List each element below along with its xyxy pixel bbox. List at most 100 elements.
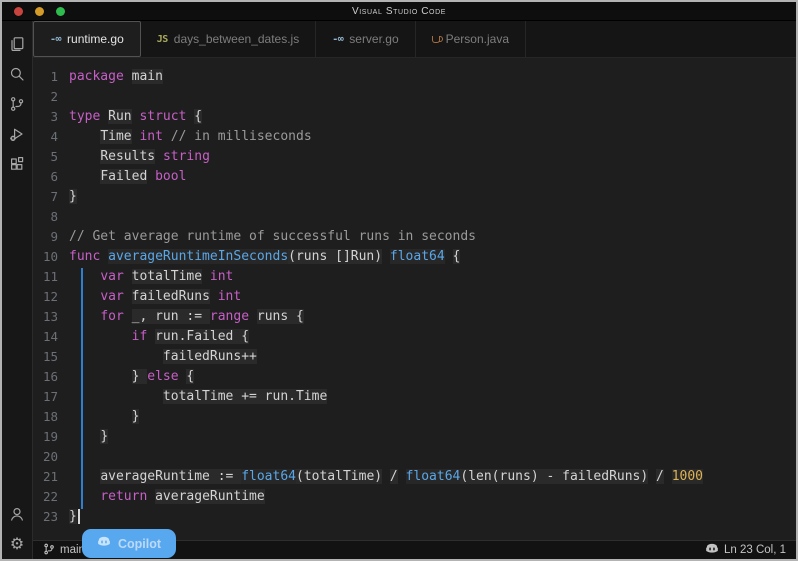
go-file-icon: -∞	[50, 34, 61, 45]
code-text: averageRuntime := float64(totalTime) / f…	[69, 467, 703, 487]
code-line: 3type Run struct {	[33, 107, 796, 127]
branch-status-item[interactable]: main	[43, 543, 85, 558]
line-number: 7	[33, 187, 69, 207]
tab-bar: -∞ runtime.go JS days_between_dates.js -∞ser…	[33, 21, 796, 58]
code-text: var failedRuns int	[69, 287, 241, 307]
code-text: }	[69, 187, 77, 207]
line-number: 22	[33, 487, 69, 507]
code-line: 9// Get average runtime of successful ru…	[33, 227, 796, 247]
window-title: Visual Studio Code	[2, 6, 796, 17]
line-number: 8	[33, 207, 69, 227]
line-number: 10	[33, 247, 69, 267]
tab-days_between_dates.js[interactable]: JS days_between_dates.js	[141, 21, 316, 57]
text-cursor	[78, 509, 80, 524]
code-text: var totalTime int	[69, 267, 233, 287]
code-text: return averageRuntime	[69, 487, 265, 507]
code-line: 18 }	[33, 407, 796, 427]
line-number: 13	[33, 307, 69, 327]
line-number: 18	[33, 407, 69, 427]
line-number: 4	[33, 127, 69, 147]
settings-icon[interactable]: ⚙	[2, 529, 33, 559]
code-text: } else {	[69, 367, 194, 387]
code-text: }	[69, 507, 80, 527]
line-number: 9	[33, 227, 69, 247]
code-text: Time int // in milliseconds	[69, 127, 312, 147]
line-number: 19	[33, 427, 69, 447]
line-number: 2	[33, 87, 69, 107]
code-line: 6 Failed bool	[33, 167, 796, 187]
copilot-icon	[97, 535, 111, 552]
line-number: 12	[33, 287, 69, 307]
code-line: 17 totalTime += run.Time	[33, 387, 796, 407]
line-col-indicator: Ln 23 Col, 1	[724, 544, 786, 556]
code-line: 16 } else {	[33, 367, 796, 387]
account-icon[interactable]	[2, 499, 33, 529]
line-number: 20	[33, 447, 69, 467]
code-line: 19 }	[33, 427, 796, 447]
java-file-icon	[432, 32, 440, 46]
code-editor[interactable]: 1package main23type Run struct {4 Time i…	[33, 58, 796, 540]
extensions-icon[interactable]	[2, 149, 33, 179]
tab-Person.java[interactable]: Person.java	[416, 21, 526, 57]
code-line: 2	[33, 87, 796, 107]
tab-label: Person.java	[446, 32, 509, 46]
code-line: 11 var totalTime int	[33, 267, 796, 287]
code-line: 1package main	[33, 67, 796, 87]
code-line: 12 var failedRuns int	[33, 287, 796, 307]
active-indent-guide	[81, 268, 83, 509]
code-line: 4 Time int // in milliseconds	[33, 127, 796, 147]
code-line: 5 Results string	[33, 147, 796, 167]
line-number: 11	[33, 267, 69, 287]
source-control-icon[interactable]	[2, 89, 33, 119]
code-text: type Run struct {	[69, 107, 202, 127]
code-line: 22 return averageRuntime	[33, 487, 796, 507]
line-number: 16	[33, 367, 69, 387]
search-icon[interactable]	[2, 59, 33, 89]
activity-bar: ⚙	[2, 21, 33, 559]
git-branch-icon	[43, 543, 55, 558]
code-line: 15 failedRuns++	[33, 347, 796, 367]
code-area: 1package main23type Run struct {4 Time i…	[33, 58, 796, 527]
line-number: 14	[33, 327, 69, 347]
code-text: failedRuns++	[69, 347, 257, 367]
code-text: if run.Failed {	[69, 327, 249, 347]
cursor-position-item[interactable]: Ln 23 Col, 1	[724, 544, 786, 556]
code-line: 8	[33, 207, 796, 227]
code-text: func averageRuntimeInSeconds(runs []Run)…	[69, 247, 460, 267]
code-line: 7}	[33, 187, 796, 207]
line-number: 23	[33, 507, 69, 527]
code-text: for _, run := range runs {	[69, 307, 304, 327]
copilot-badge-button[interactable]: Copilot	[82, 529, 176, 558]
tab-runtime.go[interactable]: -∞ runtime.go	[33, 21, 141, 57]
code-text: }	[69, 427, 108, 447]
line-number: 3	[33, 107, 69, 127]
code-text: // Get average runtime of successful run…	[69, 227, 476, 247]
line-number: 15	[33, 347, 69, 367]
gear-icon: ⚙	[10, 536, 24, 552]
line-number: 5	[33, 147, 69, 167]
code-line: 14 if run.Failed {	[33, 327, 796, 347]
code-line: 10func averageRuntimeInSeconds(runs []Ru…	[33, 247, 796, 267]
copilot-icon	[705, 542, 719, 559]
vscode-window: Visual Studio Code ⚙ -∞ runtime.go JS days_…	[0, 0, 798, 561]
code-line: 21 averageRuntime := float64(totalTime) …	[33, 467, 796, 487]
tab-server.go[interactable]: -∞server.go	[316, 21, 415, 57]
code-text: totalTime += run.Time	[69, 387, 327, 407]
line-number: 21	[33, 467, 69, 487]
go-file-icon: -∞	[332, 34, 343, 45]
tab-label: runtime.go	[67, 32, 124, 46]
js-file-icon: JS	[157, 34, 168, 45]
explorer-icon[interactable]	[2, 29, 33, 59]
line-number: 1	[33, 67, 69, 87]
line-number: 6	[33, 167, 69, 187]
copilot-badge-label: Copilot	[118, 537, 161, 551]
run-debug-icon[interactable]	[2, 119, 33, 149]
code-text: Failed bool	[69, 167, 186, 187]
code-text: }	[69, 407, 139, 427]
titlebar: Visual Studio Code	[2, 2, 796, 21]
code-line: 13 for _, run := range runs {	[33, 307, 796, 327]
tab-label: days_between_dates.js	[174, 32, 299, 46]
copilot-status-item[interactable]	[705, 542, 719, 559]
code-text: package main	[69, 67, 163, 87]
code-line: 20	[33, 447, 796, 467]
